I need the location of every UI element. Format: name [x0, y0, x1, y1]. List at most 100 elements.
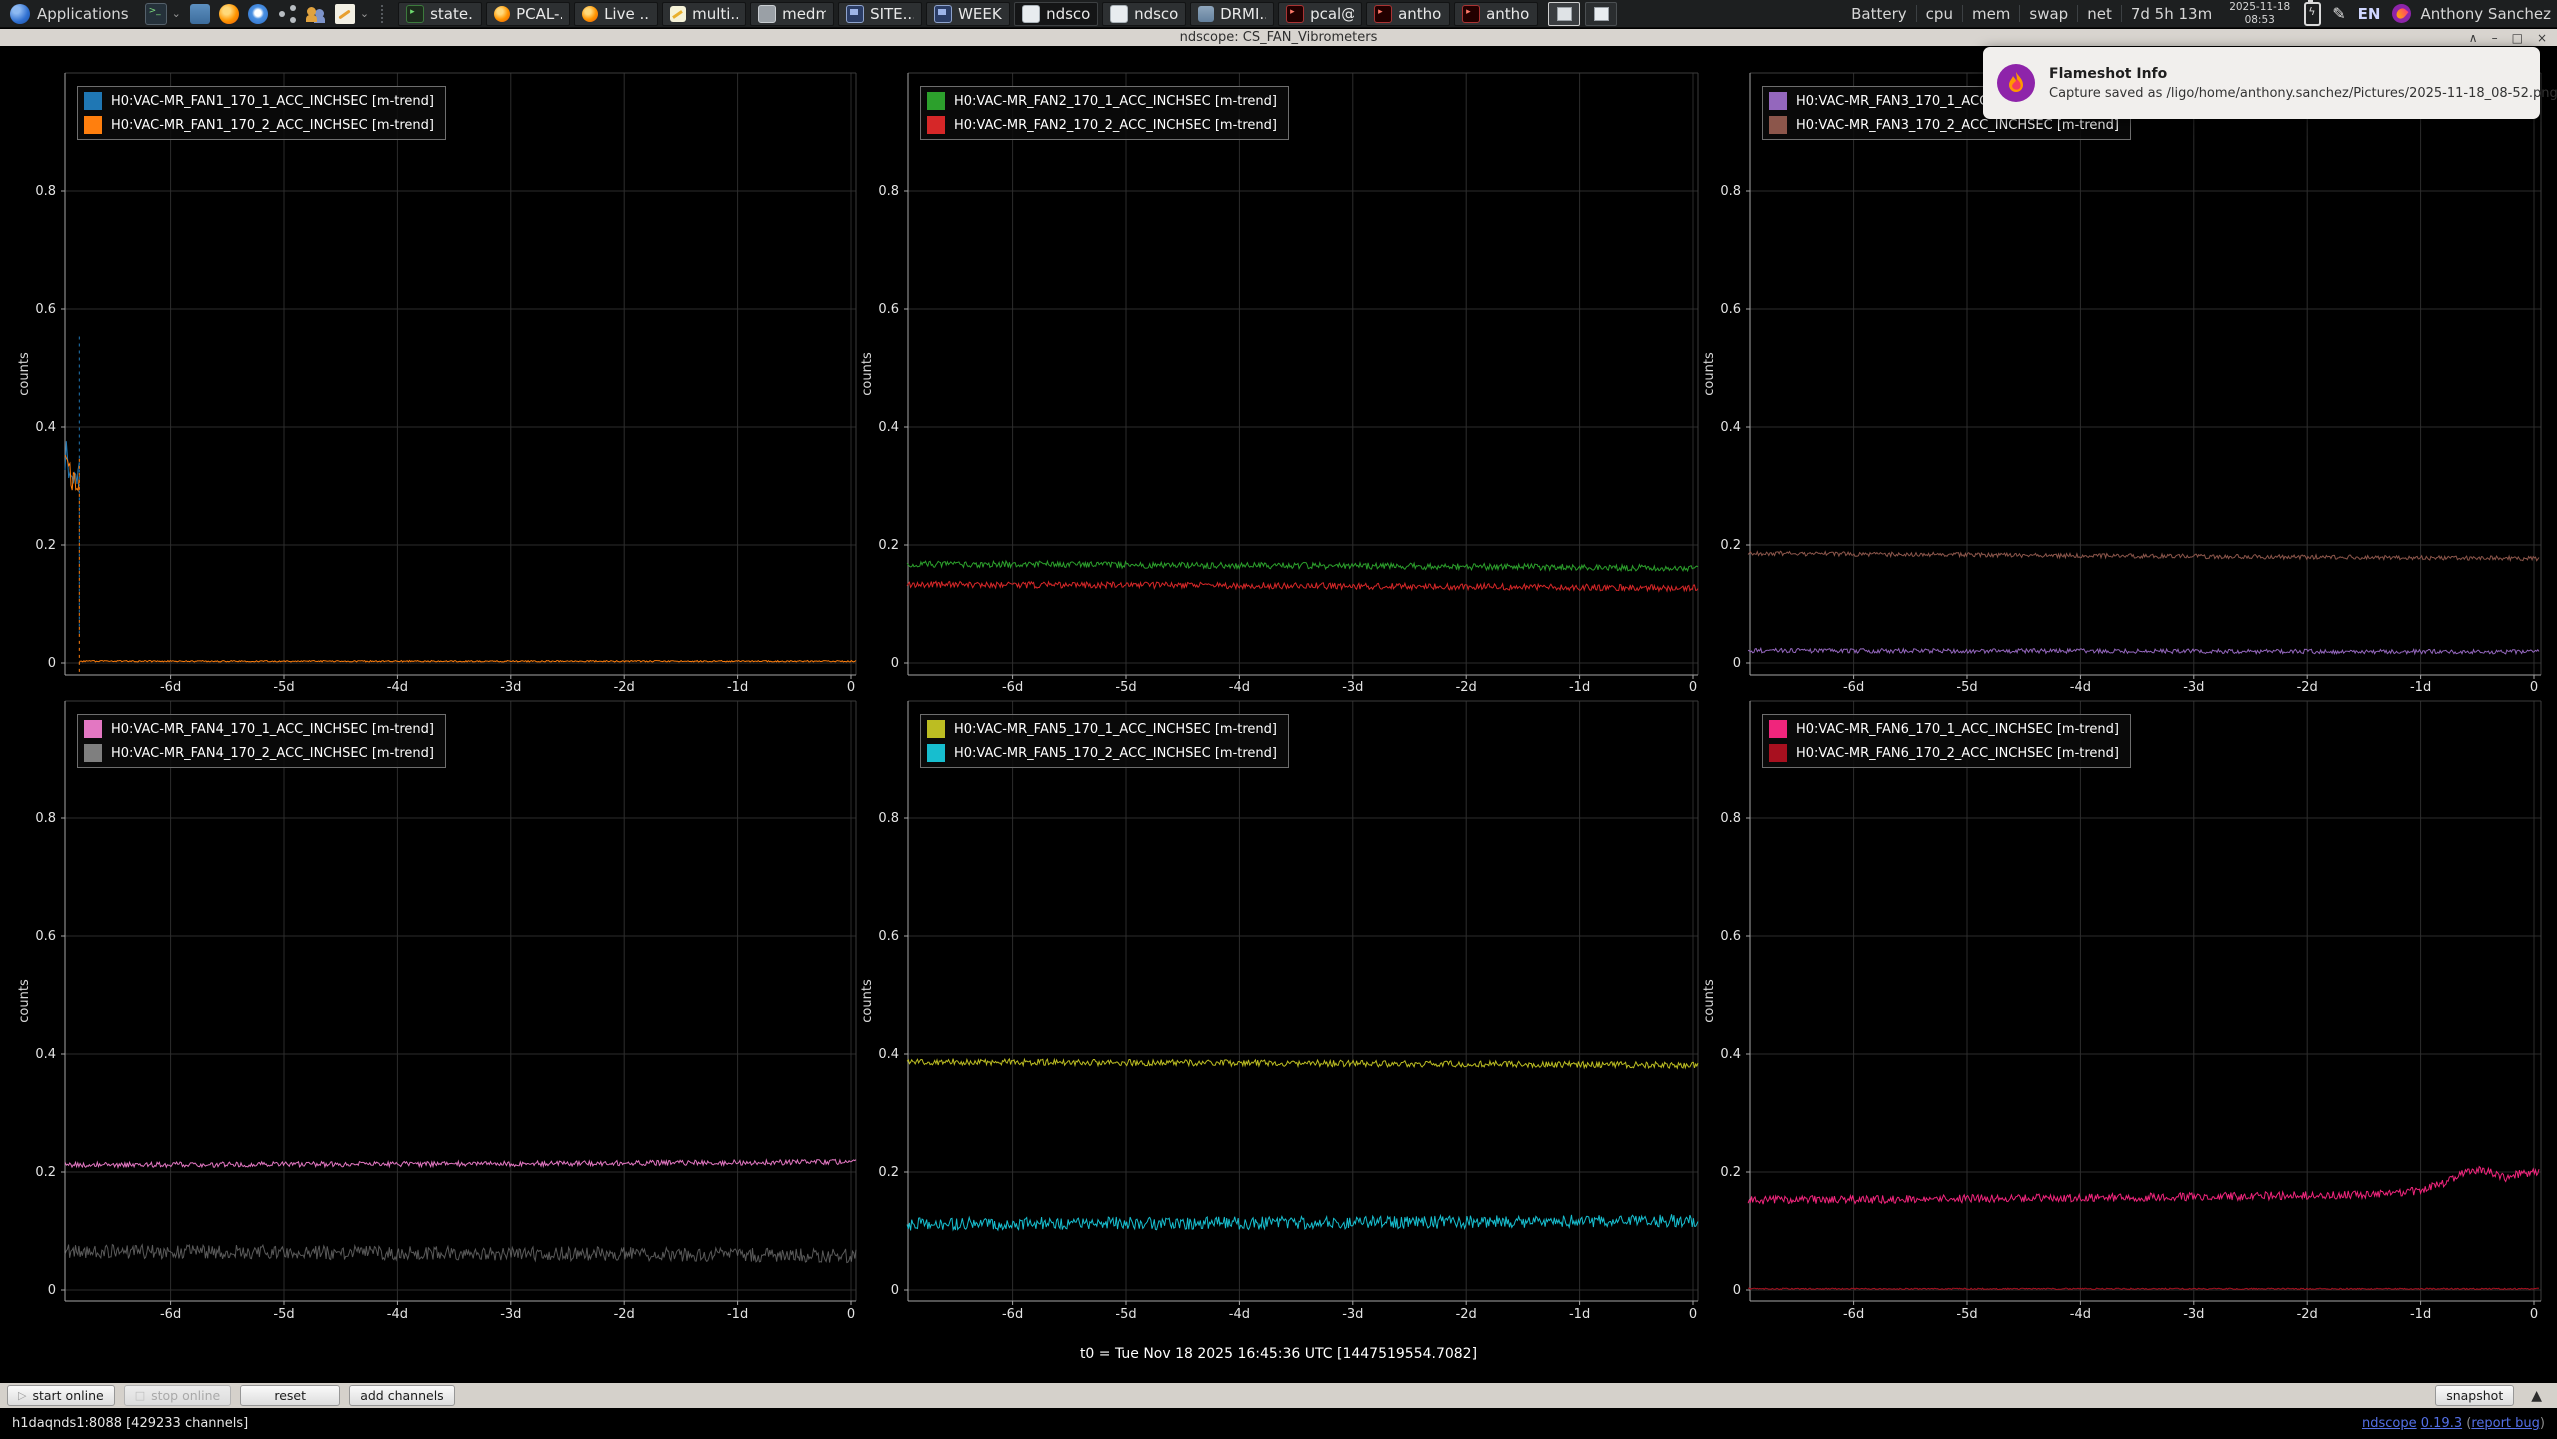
plot-fan5[interactable] — [908, 701, 1698, 1301]
taskbar-window-week[interactable]: WEEK... — [926, 2, 1010, 26]
link-ndscope[interactable]: ndscope — [2362, 1416, 2417, 1431]
add-channels-button[interactable]: add channels — [349, 1385, 454, 1406]
legend-fan5[interactable]: H0:VAC-MR_FAN5_170_1_ACC_INCHSEC [m-tren… — [920, 714, 1289, 768]
svg-text:-1d: -1d — [1569, 680, 1590, 695]
taskbar-window-label: PCAL-... — [516, 5, 562, 23]
terminal-green-icon — [406, 5, 424, 23]
share-icon[interactable] — [277, 4, 297, 24]
svg-text:-4d: -4d — [387, 680, 408, 695]
plot-fan1[interactable] — [65, 73, 856, 675]
stop-online-button[interactable]: □ stop online — [124, 1385, 232, 1406]
taskbar-window-label: pcal@... — [1310, 5, 1354, 23]
taskbar-window-antho[interactable]: antho... — [1366, 2, 1450, 26]
chevron-down-icon[interactable]: ⌄ — [172, 7, 181, 20]
taskbar-window-pcal[interactable]: PCAL-... — [486, 2, 570, 26]
legend-entry: H0:VAC-MR_FAN5_170_1_ACC_INCHSEC [m-tren… — [927, 720, 1277, 738]
svg-text:0.2: 0.2 — [878, 1165, 899, 1180]
legend-fan2[interactable]: H0:VAC-MR_FAN2_170_1_ACC_INCHSEC [m-tren… — [920, 86, 1289, 140]
series-name: H0:VAC-MR_FAN4_170_2_ACC_INCHSEC [m-tren… — [111, 746, 434, 761]
snapshot-button[interactable]: snapshot — [2435, 1385, 2514, 1406]
tray-net[interactable]: net — [2078, 5, 2121, 23]
series-swatch-icon — [927, 744, 945, 762]
svg-text:0.4: 0.4 — [1720, 1047, 1741, 1062]
series-name: H0:VAC-MR_FAN4_170_1_ACC_INCHSEC [m-tren… — [111, 722, 434, 737]
taskbar-window-live[interactable]: Live ... — [574, 2, 658, 26]
svg-text:0: 0 — [48, 656, 56, 671]
chromium-icon[interactable] — [248, 4, 268, 24]
svg-text:0: 0 — [1689, 680, 1697, 695]
expand-triangle-icon[interactable]: ▲ — [2523, 1388, 2550, 1404]
legend-fan1[interactable]: H0:VAC-MR_FAN1_170_1_ACC_INCHSEC [m-tren… — [77, 86, 446, 140]
series-name: H0:VAC-MR_FAN5_170_2_ACC_INCHSEC [m-tren… — [954, 746, 1277, 761]
svg-text:0.4: 0.4 — [35, 420, 56, 435]
applications-menu[interactable]: Applications — [0, 0, 139, 27]
chevron-down-icon[interactable]: ⌄ — [360, 7, 369, 20]
plot-fan4[interactable] — [65, 701, 856, 1301]
user-menu[interactable]: Anthony Sanchez — [2416, 5, 2553, 23]
taskbar-window-medm[interactable]: medm — [750, 2, 834, 26]
link-report-bug[interactable]: report bug — [2471, 1416, 2540, 1431]
svg-text:-2d: -2d — [1456, 1307, 1477, 1322]
svg-text:0.8: 0.8 — [35, 184, 56, 199]
svg-text:counts: counts — [860, 979, 875, 1023]
taskbar-window-state[interactable]: state... — [398, 2, 482, 26]
minimize-icon[interactable]: – — [2492, 32, 2498, 44]
taskbar-window-label: ndsco... — [1046, 5, 1090, 23]
firefox-icon — [582, 6, 598, 22]
shade-icon[interactable]: ∧ — [2469, 32, 2478, 44]
svg-text:-3d: -3d — [2183, 1307, 2204, 1322]
legend-entry: H0:VAC-MR_FAN2_170_1_ACC_INCHSEC [m-tren… — [927, 92, 1277, 110]
workspace-1-button[interactable] — [1548, 2, 1580, 26]
stylus-icon[interactable]: ✎ — [2327, 4, 2350, 23]
users-icon[interactable] — [306, 4, 326, 24]
play-icon: ▷ — [18, 1389, 26, 1402]
terminal-launcher-icon[interactable] — [145, 3, 167, 25]
battery-icon[interactable] — [2304, 2, 2321, 26]
notes-launcher-icon[interactable] — [335, 4, 355, 24]
tray-mem[interactable]: mem — [1963, 5, 2019, 23]
flameshot-tray-icon[interactable] — [2392, 4, 2411, 23]
tray-uptime[interactable]: 7d 5h 13m — [2122, 5, 2221, 23]
flameshot-notification[interactable]: Flameshot Info Capture saved as /ligo/ho… — [1983, 47, 2540, 119]
taskbar-window-ndsco[interactable]: ndsco... — [1014, 2, 1098, 26]
legend-fan4[interactable]: H0:VAC-MR_FAN4_170_1_ACC_INCHSEC [m-tren… — [77, 714, 446, 768]
svg-text:0.6: 0.6 — [35, 929, 56, 944]
start-online-label: start online — [32, 1388, 103, 1403]
plot-fan6[interactable] — [1750, 701, 2541, 1301]
tray-clock[interactable]: 2025-11-18 08:53 — [2221, 1, 2298, 26]
svg-text:counts: counts — [17, 979, 32, 1023]
legend-fan6[interactable]: H0:VAC-MR_FAN6_170_1_ACC_INCHSEC [m-tren… — [1762, 714, 2131, 768]
taskbar-window-site[interactable]: SITE... — [838, 2, 922, 26]
stop-icon: □ — [135, 1389, 145, 1402]
taskbar-window-drmi[interactable]: DRMI... — [1190, 2, 1274, 26]
taskbar-window-pcal[interactable]: pcal@... — [1278, 2, 1362, 26]
version-text: ) — [2540, 1416, 2545, 1431]
plot-fan2[interactable] — [908, 73, 1698, 675]
svg-text:0: 0 — [847, 680, 855, 695]
maximize-icon[interactable]: □ — [2512, 32, 2523, 44]
workspace-2-button[interactable] — [1585, 2, 1617, 26]
taskbar-window-antho[interactable]: antho... — [1454, 2, 1538, 26]
taskbar-window-ndsco[interactable]: ndsco... — [1102, 2, 1186, 26]
taskbar-window-label: DRMI... — [1220, 5, 1266, 23]
version-links: ndscope 0.19.3 (report bug) — [2362, 1416, 2545, 1431]
file-manager-icon[interactable] — [190, 4, 210, 24]
series-swatch-icon — [84, 720, 102, 738]
start-online-button[interactable]: ▷ start online — [7, 1385, 115, 1406]
firefox-icon[interactable] — [219, 4, 239, 24]
link-0.19.3[interactable]: 0.19.3 — [2421, 1416, 2462, 1431]
taskbar-window-multi[interactable]: multi... — [662, 2, 746, 26]
tray-swap[interactable]: swap — [2020, 5, 2077, 23]
svg-text:0: 0 — [1733, 656, 1741, 671]
tray-cpu[interactable]: cpu — [1917, 5, 1962, 23]
tray-battery[interactable]: Battery — [1842, 5, 1916, 23]
reset-button[interactable]: reset — [240, 1385, 340, 1406]
svg-text:-5d: -5d — [273, 680, 294, 695]
status-bar: h1daqnds1:8088 [429233 channels] ndscope… — [0, 1408, 2557, 1439]
plot-fan3[interactable] — [1750, 73, 2541, 675]
window-gray-icon — [758, 5, 776, 23]
window-titlebar[interactable]: ndscope: CS_FAN_Vibrometers ∧ – □ × — [0, 29, 2557, 46]
svg-text:0: 0 — [891, 656, 899, 671]
keyboard-layout[interactable]: EN — [2351, 5, 2388, 23]
close-icon[interactable]: × — [2537, 32, 2547, 44]
